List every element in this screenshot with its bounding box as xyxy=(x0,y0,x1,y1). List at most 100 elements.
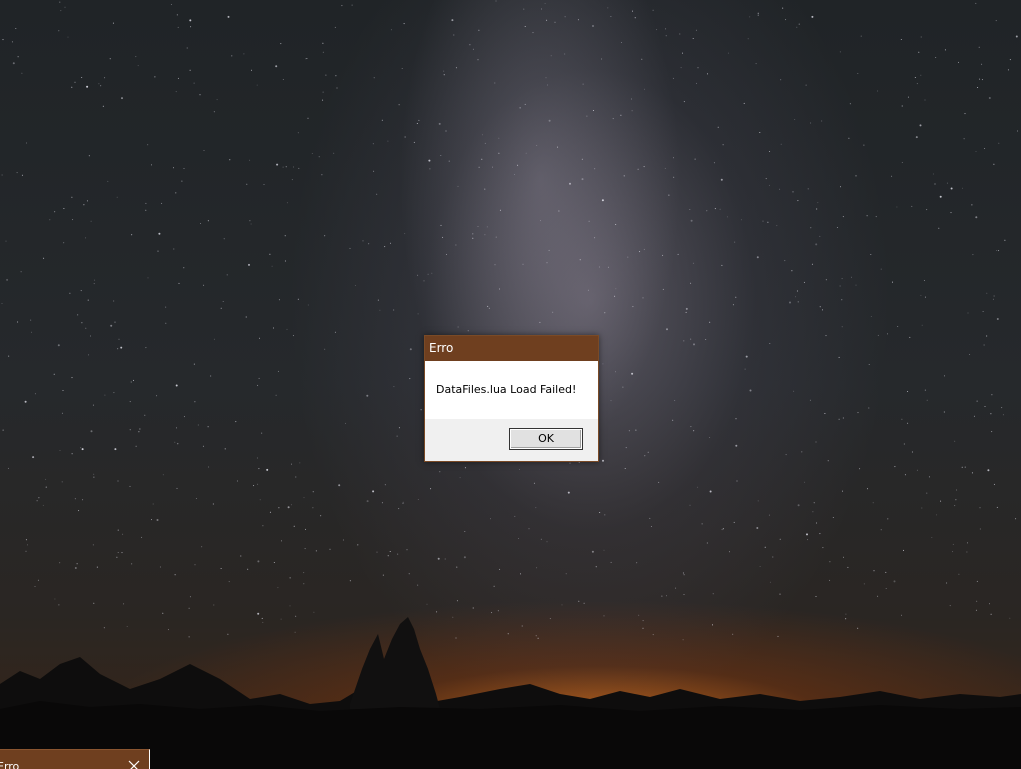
star xyxy=(581,158,583,160)
star xyxy=(397,553,399,555)
star xyxy=(417,584,419,586)
star xyxy=(836,227,838,228)
star xyxy=(514,174,515,175)
star xyxy=(789,301,791,304)
star xyxy=(713,162,715,164)
star xyxy=(643,248,645,250)
star xyxy=(735,444,738,447)
star xyxy=(256,457,258,459)
star xyxy=(282,79,284,80)
star xyxy=(519,107,521,109)
star xyxy=(226,274,228,276)
star xyxy=(177,77,179,79)
star xyxy=(173,248,175,250)
star xyxy=(938,227,940,229)
star xyxy=(295,476,297,478)
star xyxy=(165,322,167,324)
star xyxy=(486,226,488,228)
star xyxy=(34,393,36,395)
star xyxy=(694,158,696,160)
star xyxy=(743,102,745,104)
star xyxy=(80,290,82,292)
star xyxy=(682,52,683,54)
star xyxy=(868,407,870,409)
star xyxy=(984,148,986,149)
star xyxy=(518,538,520,539)
star xyxy=(335,75,337,77)
ok-button[interactable]: OK xyxy=(509,428,583,450)
star xyxy=(80,447,82,449)
star xyxy=(791,270,793,272)
star xyxy=(417,313,419,315)
star xyxy=(975,216,978,219)
star xyxy=(934,183,936,185)
star xyxy=(284,235,286,237)
star xyxy=(734,241,736,243)
star xyxy=(269,253,271,255)
star xyxy=(971,204,973,206)
star xyxy=(175,192,177,194)
star xyxy=(417,499,419,500)
star xyxy=(96,566,98,568)
star xyxy=(118,338,120,340)
star xyxy=(203,150,205,151)
star xyxy=(26,142,27,144)
star xyxy=(693,430,695,432)
star xyxy=(404,233,406,235)
star xyxy=(1017,130,1018,132)
star xyxy=(376,193,378,195)
star xyxy=(807,539,809,541)
star xyxy=(27,544,28,546)
star xyxy=(193,82,195,84)
star xyxy=(293,525,295,527)
star xyxy=(780,79,782,81)
star xyxy=(673,157,674,159)
star xyxy=(373,170,375,172)
star xyxy=(604,514,606,516)
star xyxy=(683,340,685,342)
star xyxy=(107,180,109,182)
mountain-silhouette xyxy=(0,617,1021,769)
star xyxy=(797,504,800,507)
star xyxy=(757,12,759,14)
star xyxy=(11,41,13,43)
star xyxy=(57,344,60,347)
star xyxy=(891,175,893,177)
star xyxy=(768,184,770,186)
star xyxy=(457,185,459,187)
star xyxy=(307,117,309,119)
star xyxy=(162,474,164,476)
close-icon[interactable] xyxy=(127,759,141,769)
partial-error-window[interactable]: Erro xyxy=(0,749,150,769)
star xyxy=(183,267,185,269)
star xyxy=(567,491,570,494)
star xyxy=(558,210,560,212)
star xyxy=(990,413,992,415)
star xyxy=(722,528,724,530)
star xyxy=(71,86,73,88)
star xyxy=(398,427,400,429)
star xyxy=(222,301,224,302)
star xyxy=(81,77,83,78)
star xyxy=(437,557,440,560)
star xyxy=(64,6,66,8)
star xyxy=(121,347,122,349)
star xyxy=(907,422,909,424)
star xyxy=(595,566,597,568)
star xyxy=(121,97,123,100)
star xyxy=(114,321,116,323)
star xyxy=(536,567,538,569)
star xyxy=(420,409,422,411)
star xyxy=(599,512,601,513)
star xyxy=(756,256,759,259)
star xyxy=(318,156,320,158)
star xyxy=(866,215,868,217)
star xyxy=(832,517,834,518)
star xyxy=(210,375,212,377)
star xyxy=(349,247,351,249)
star xyxy=(338,484,341,487)
star xyxy=(194,564,196,566)
star xyxy=(541,8,542,10)
star xyxy=(696,82,697,84)
star xyxy=(190,26,192,28)
